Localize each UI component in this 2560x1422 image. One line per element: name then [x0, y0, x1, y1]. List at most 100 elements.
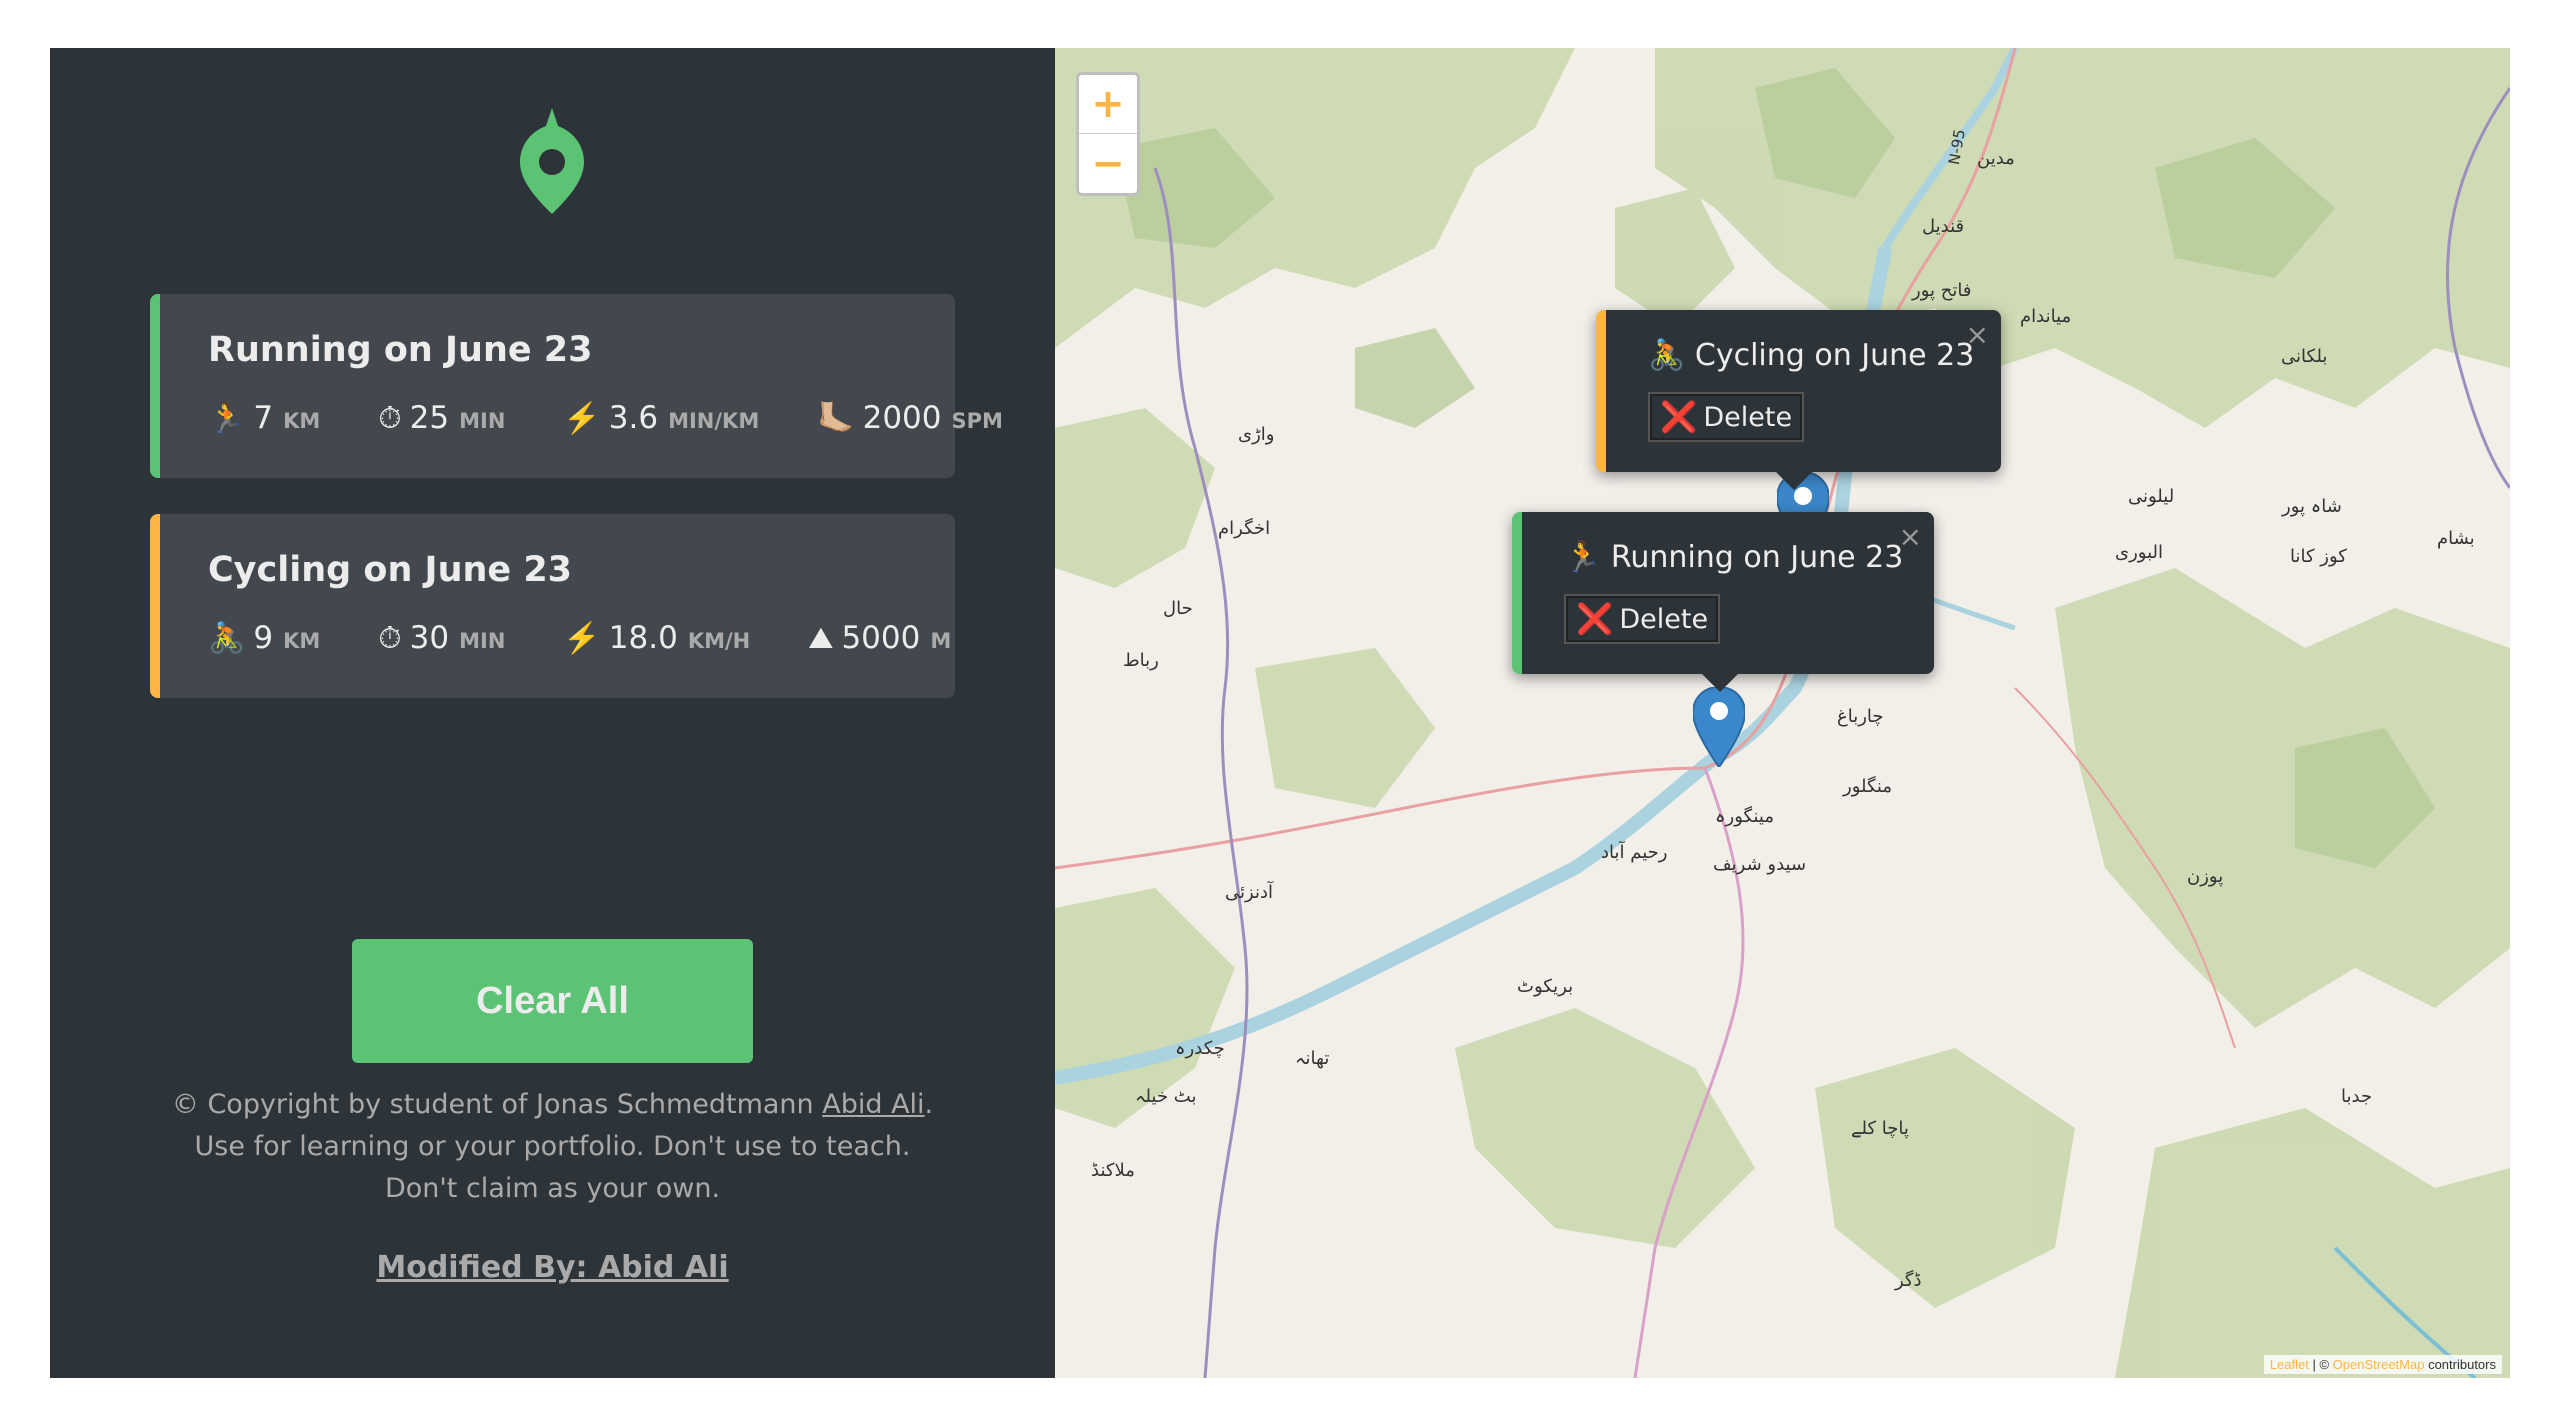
- workout-title: Running on June 23: [208, 330, 593, 370]
- popup-tip: [1702, 674, 1738, 692]
- running-popup: 🏃 Running on June 23 × ❌ Delete: [1512, 512, 1934, 692]
- place-label: ڈگر: [1895, 1270, 1922, 1291]
- cyclist-icon: 🚴: [1648, 338, 1686, 373]
- workout-card-cycling[interactable]: Cycling on June 23 🚴 9 km ⏱ 30 min ⚡️ 18.0 km/…: [150, 514, 955, 698]
- place-label: تھانہ: [1295, 1048, 1330, 1069]
- delete-button[interactable]: ❌ Delete: [1564, 594, 1721, 644]
- popup-close-button[interactable]: ×: [1899, 520, 1922, 553]
- place-label: پوزن: [2187, 866, 2224, 887]
- mountain-icon: ⛰: [808, 621, 834, 656]
- popup-title-text: Cycling on June 23: [1694, 338, 1975, 373]
- modified-by: Modified By: Abid Ali: [50, 1250, 1055, 1285]
- pace-detail: ⚡️ 3.6 min/km: [563, 400, 759, 436]
- detail-value: 18.0: [608, 620, 678, 656]
- detail-value: 9: [253, 620, 274, 656]
- place-label: مینگورہ: [1715, 806, 1774, 827]
- elevation-detail: ⛰ 5000 m: [808, 620, 951, 656]
- copyright-text: © Copyright by student of Jonas Schmedtm…: [165, 1084, 940, 1210]
- map-attribution: Leaflet | © OpenStreetMap contributors: [2263, 1355, 2502, 1374]
- detail-value: 30: [409, 620, 450, 656]
- place-label: چکدرہ: [1175, 1038, 1225, 1059]
- attribution-rest: contributors: [2424, 1357, 2496, 1372]
- runner-icon: 🏃: [1564, 540, 1602, 575]
- clear-all-button[interactable]: Clear All: [352, 939, 753, 1063]
- cycling-marker-pin-icon[interactable]: [1693, 687, 1745, 767]
- workout-card-running[interactable]: Running on June 23 🏃 7 km ⏱ 25 min ⚡️ 3.6 min/…: [150, 294, 1003, 478]
- popup-tip: [1776, 472, 1812, 490]
- modified-by-link[interactable]: Modified By: Abid Ali: [376, 1250, 728, 1285]
- place-label: شاہ پور: [2282, 496, 2342, 517]
- lightning-icon: ⚡️: [563, 621, 601, 656]
- zoom-in-button[interactable]: +: [1079, 75, 1137, 134]
- leaflet-link[interactable]: Leaflet: [2270, 1357, 2309, 1372]
- cross-icon: ❌: [1576, 601, 1614, 637]
- duration-detail: ⏱ 30 min: [378, 620, 505, 656]
- detail-unit: m: [930, 629, 952, 653]
- copyright-prefix: © Copyright by student of Jonas Schmedtm…: [171, 1089, 823, 1120]
- distance-detail: 🚴 9 km: [208, 620, 320, 656]
- place-label: چارباغ: [1837, 706, 1884, 727]
- attribution-sep: | ©: [2308, 1357, 2333, 1372]
- popup-title: 🏃 Running on June 23: [1564, 540, 1903, 575]
- place-label: رباط: [1123, 650, 1159, 671]
- cross-icon: ❌: [1660, 399, 1698, 435]
- place-label: فاتح پور: [1912, 280, 1972, 301]
- cycling-popup: 🚴 Cycling on June 23 × ❌ Delete: [1596, 310, 2001, 490]
- place-label: آدنزئی: [1225, 882, 1273, 903]
- runner-icon: 🏃: [208, 401, 246, 436]
- detail-value: 5000: [841, 620, 921, 656]
- detail-unit: km: [283, 629, 321, 653]
- popup-title: 🚴 Cycling on June 23: [1648, 338, 1974, 373]
- place-label: بشام: [2437, 528, 2475, 549]
- place-label: لیلونی: [2128, 486, 2175, 507]
- stopwatch-icon: ⏱: [378, 621, 402, 656]
- workout-title: Cycling on June 23: [208, 550, 573, 590]
- place-label: واڑی: [1238, 424, 1275, 445]
- place-label: بریکوٹ: [1517, 976, 1574, 997]
- popup-close-button[interactable]: ×: [1966, 318, 1989, 351]
- delete-button[interactable]: ❌ Delete: [1648, 392, 1805, 442]
- place-label: سیدو شریف: [1713, 854, 1807, 875]
- detail-unit: km/h: [687, 629, 751, 653]
- delete-label: Delete: [1619, 603, 1709, 635]
- detail-unit: km: [283, 409, 321, 433]
- place-label: جدبا: [2341, 1086, 2373, 1107]
- distance-detail: 🏃 7 km: [208, 400, 320, 436]
- place-label: کوز کانا: [2290, 546, 2347, 567]
- osm-link[interactable]: OpenStreetMap: [2333, 1357, 2425, 1372]
- detail-unit: min: [459, 409, 506, 433]
- place-label: منگلور: [1843, 776, 1892, 797]
- cadence-detail: 🦶🏼 2000 spm: [817, 400, 1003, 436]
- zoom-control: + −: [1076, 72, 1140, 196]
- zoom-out-button[interactable]: −: [1079, 134, 1137, 193]
- app: Running on June 23 🏃 7 km ⏱ 25 min ⚡️ 3.6 min/…: [50, 48, 2510, 1378]
- speed-detail: ⚡️ 18.0 km/h: [563, 620, 750, 656]
- detail-unit: min/km: [668, 409, 760, 433]
- detail-unit: spm: [951, 409, 1003, 433]
- detail-value: 7: [253, 400, 274, 436]
- place-label: ملاکنڈ: [1091, 1160, 1135, 1181]
- place-label: میاندام: [2020, 306, 2072, 327]
- author-link[interactable]: Abid Ali: [822, 1089, 924, 1120]
- place-label: رحیم آباد: [1601, 842, 1668, 863]
- detail-value: 25: [409, 400, 450, 436]
- stopwatch-icon: ⏱: [378, 401, 402, 436]
- popup-title-text: Running on June 23: [1610, 540, 1904, 575]
- delete-label: Delete: [1703, 401, 1793, 433]
- place-label: حال: [1163, 598, 1193, 619]
- place-label: پاچا کلے: [1851, 1118, 1909, 1139]
- map-tiles[interactable]: [1055, 48, 2510, 1378]
- place-label: البوری: [2115, 542, 2163, 563]
- sidebar: Running on June 23 🏃 7 km ⏱ 25 min ⚡️ 3.6 min/…: [50, 48, 1055, 1378]
- cyclist-icon: 🚴: [208, 621, 246, 656]
- duration-detail: ⏱ 25 min: [378, 400, 505, 436]
- place-label: اخگرام: [1218, 518, 1271, 539]
- detail-value: 2000: [862, 400, 942, 436]
- detail-unit: min: [459, 629, 506, 653]
- logo-pin-icon: [520, 108, 584, 214]
- place-label: مدین: [1977, 148, 2015, 169]
- place-label: قندیل: [1922, 216, 1965, 237]
- place-label: بلکانی: [2281, 346, 2328, 367]
- map[interactable]: + − مدین قندیل فاتح پور میاندام بلکانی و…: [1055, 48, 2510, 1378]
- detail-value: 3.6: [608, 400, 659, 436]
